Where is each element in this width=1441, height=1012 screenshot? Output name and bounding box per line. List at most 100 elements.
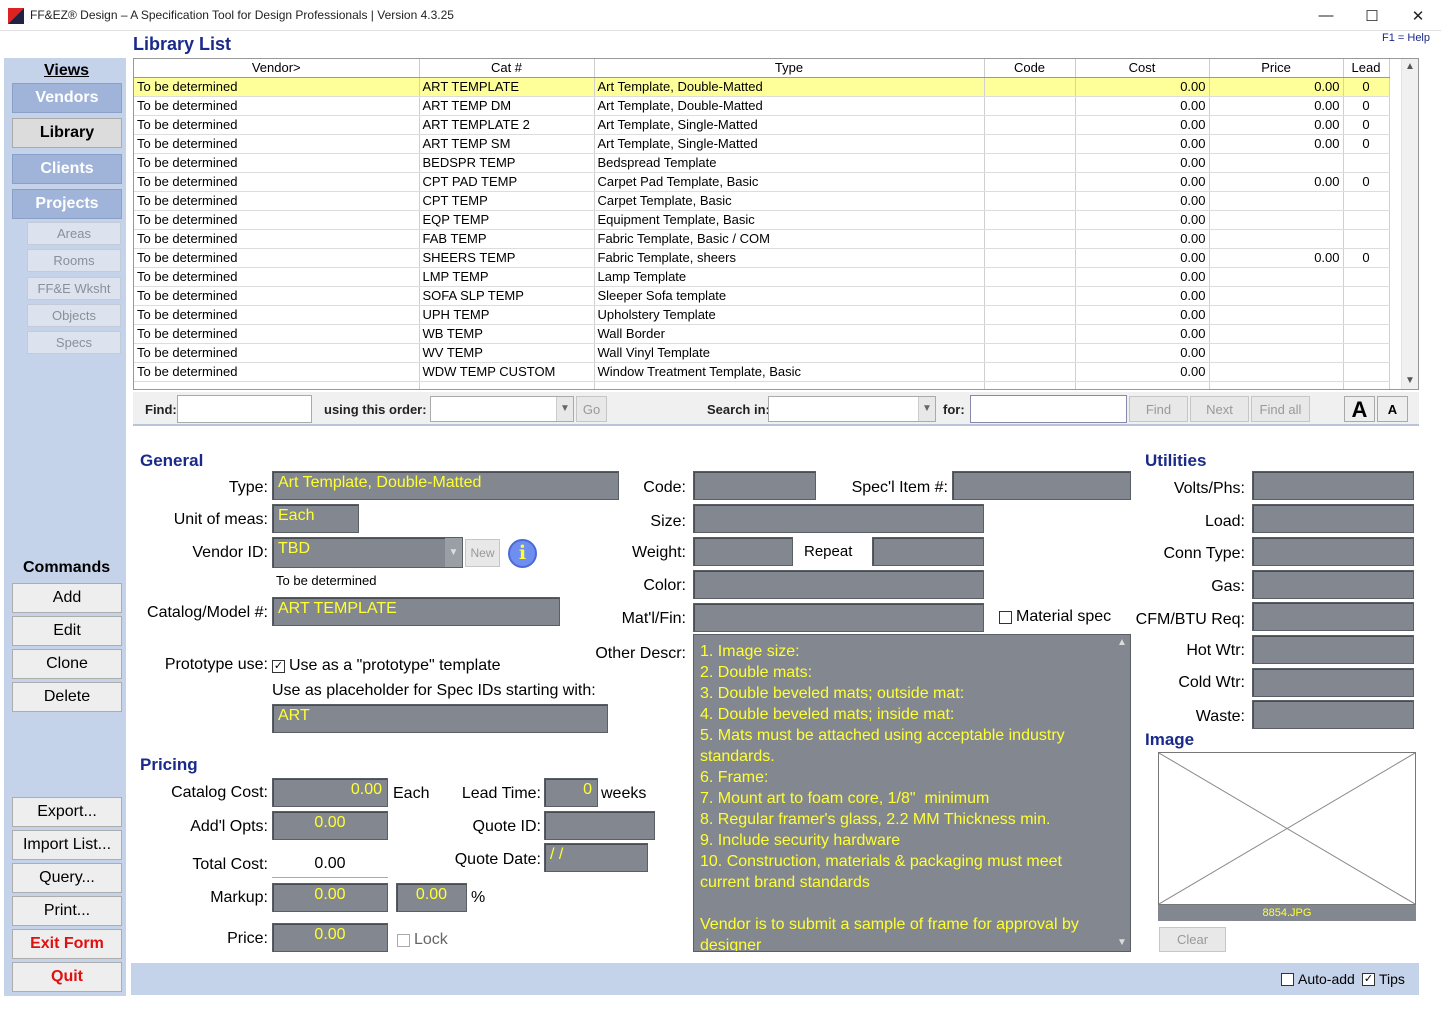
checkbox-unchecked-icon[interactable] bbox=[397, 933, 410, 947]
quote-id-field[interactable] bbox=[544, 811, 655, 840]
tips-checkbox[interactable]: ✓ Tips bbox=[1362, 971, 1405, 987]
minimize-button[interactable]: — bbox=[1303, 0, 1349, 31]
column-header[interactable]: Cat # bbox=[419, 59, 595, 78]
table-row[interactable]: To be determined ART TEMP DM Art Template,… bbox=[134, 96, 1390, 116]
table-row[interactable]: To be determined LMP TEMP Lamp Template 0.0… bbox=[134, 267, 1390, 287]
edit-button[interactable]: Edit bbox=[12, 616, 122, 646]
nav-areas[interactable]: Areas bbox=[27, 222, 121, 245]
color-field[interactable] bbox=[693, 570, 984, 599]
chevron-down-icon[interactable]: ▼ bbox=[445, 538, 462, 567]
utility-field[interactable] bbox=[1252, 537, 1414, 566]
column-header[interactable]: Code bbox=[984, 59, 1076, 78]
maximize-button[interactable]: ☐ bbox=[1349, 0, 1395, 31]
utility-field[interactable] bbox=[1252, 471, 1414, 500]
utility-field[interactable] bbox=[1252, 700, 1414, 729]
find-input[interactable] bbox=[177, 395, 312, 423]
table-row[interactable]: To be determined ART TEMPLATE Art Template… bbox=[134, 77, 1390, 97]
table-row[interactable]: To be determined CPT PAD TEMP Carpet Pad T… bbox=[134, 172, 1390, 192]
find-all-button[interactable]: Find all bbox=[1251, 396, 1310, 422]
checkbox-checked-icon[interactable]: ✓ bbox=[1362, 972, 1375, 986]
table-row[interactable]: To be determined WDW TEMP CUSTOM Window Tr… bbox=[134, 362, 1390, 382]
lead-time-field[interactable]: 0 bbox=[544, 778, 598, 807]
repeat-field[interactable] bbox=[872, 537, 984, 566]
table-row[interactable]: To be determined ART TEMPLATE 2 Art Templa… bbox=[134, 115, 1390, 135]
for-input[interactable] bbox=[970, 395, 1127, 423]
checkbox-unchecked-icon[interactable] bbox=[999, 610, 1012, 624]
nav-clients[interactable]: Clients bbox=[12, 154, 122, 184]
nav-objects[interactable]: Objects bbox=[27, 304, 121, 327]
scroll-down-icon[interactable]: ▼ bbox=[1117, 937, 1127, 948]
utility-field[interactable] bbox=[1252, 635, 1414, 664]
column-header[interactable]: Lead bbox=[1343, 59, 1390, 78]
checkbox-unchecked-icon[interactable] bbox=[1281, 972, 1294, 986]
quote-date-field[interactable]: / / bbox=[544, 843, 648, 872]
nav-ffe-wksht[interactable]: FF&E Wksht bbox=[27, 277, 121, 300]
next-button[interactable]: Next bbox=[1190, 396, 1249, 422]
utility-field[interactable] bbox=[1252, 668, 1414, 697]
catalog-field[interactable]: ART TEMPLATE bbox=[272, 597, 560, 626]
table-row[interactable]: To be determined CPT TEMP Carpet Template,… bbox=[134, 191, 1390, 211]
matl-fin-field[interactable] bbox=[693, 603, 984, 632]
markup-percent-field[interactable]: 0.00 bbox=[396, 883, 467, 912]
vendor-id-select[interactable]: TBD ▼ bbox=[272, 537, 463, 568]
font-smaller-button[interactable]: A bbox=[1377, 396, 1408, 422]
table-row[interactable]: To be determined ART TEMP SM Art Template,… bbox=[134, 134, 1390, 154]
find-button[interactable]: Find bbox=[1129, 396, 1188, 422]
prototype-checkbox[interactable]: ✓ Use as a "prototype" template bbox=[272, 657, 500, 675]
table-row[interactable]: To be determined WV TEMP Wall Vinyl Templa… bbox=[134, 343, 1390, 363]
weight-field[interactable] bbox=[693, 537, 793, 566]
utility-field[interactable] bbox=[1252, 570, 1414, 599]
table-row[interactable]: To be determined SHEERS TEMP Fabric Templa… bbox=[134, 248, 1390, 268]
code-field[interactable] bbox=[693, 471, 816, 500]
chevron-down-icon[interactable]: ▼ bbox=[556, 397, 573, 421]
unit-field[interactable]: Each bbox=[272, 504, 359, 533]
auto-add-checkbox[interactable]: Auto-add bbox=[1281, 971, 1355, 987]
scroll-down-icon[interactable]: ▼ bbox=[1405, 375, 1415, 386]
grid-scrollbar[interactable]: ▲ ▼ bbox=[1401, 59, 1418, 389]
table-row[interactable]: To be determined FAB TEMP Fabric Template,… bbox=[134, 229, 1390, 249]
new-vendor-button[interactable]: New bbox=[465, 539, 500, 567]
font-larger-button[interactable]: A bbox=[1344, 396, 1375, 422]
info-icon[interactable]: i bbox=[508, 539, 537, 568]
nav-library[interactable]: Library bbox=[12, 118, 122, 148]
placeholder-field[interactable]: ART bbox=[272, 704, 608, 733]
utility-field[interactable] bbox=[1252, 504, 1414, 533]
price-field[interactable]: 0.00 bbox=[272, 923, 388, 952]
go-button[interactable]: Go bbox=[576, 396, 607, 422]
catalog-cost-field[interactable]: 0.00 bbox=[272, 778, 388, 807]
type-field[interactable]: Art Template, Double-Matted bbox=[272, 471, 619, 500]
nav-specs[interactable]: Specs bbox=[27, 331, 121, 354]
table-row[interactable]: To be determined EQP TEMP Equipment Templa… bbox=[134, 210, 1390, 230]
column-header[interactable]: Price bbox=[1209, 59, 1344, 78]
markup-field[interactable]: 0.00 bbox=[272, 883, 388, 912]
lock-checkbox[interactable]: Lock bbox=[397, 931, 448, 949]
order-select[interactable]: ▼ bbox=[430, 396, 574, 422]
import-list-button[interactable]: Import List... bbox=[12, 830, 122, 860]
search-in-select[interactable]: ▼ bbox=[768, 396, 936, 422]
print-button[interactable]: Print... bbox=[12, 896, 122, 926]
other-descr-field[interactable]: 1. Image size: 2. Double mats: 3. Double… bbox=[693, 634, 1131, 952]
scroll-up-icon[interactable]: ▲ bbox=[1405, 61, 1415, 72]
clear-image-button[interactable]: Clear bbox=[1159, 927, 1226, 952]
query-button[interactable]: Query... bbox=[12, 863, 122, 893]
delete-button[interactable]: Delete bbox=[12, 682, 122, 712]
table-row[interactable]: To be determined WB TEMP Wall Border 0.00 bbox=[134, 324, 1390, 344]
column-header[interactable]: Vendor> bbox=[134, 59, 420, 78]
clone-button[interactable]: Clone bbox=[12, 649, 122, 679]
table-row[interactable]: To be determined BEDSPR TEMP Bedspread Tem… bbox=[134, 153, 1390, 173]
addl-opts-field[interactable]: 0.00 bbox=[272, 811, 388, 840]
size-field[interactable] bbox=[693, 504, 984, 533]
table-row[interactable]: To be determined UPH TEMP Upholstery Templ… bbox=[134, 305, 1390, 325]
checkbox-checked-icon[interactable]: ✓ bbox=[272, 659, 285, 673]
nav-projects[interactable]: Projects bbox=[12, 189, 122, 219]
exit-form-button[interactable]: Exit Form bbox=[12, 929, 122, 959]
descr-scrollbar[interactable]: ▲ ▼ bbox=[1113, 635, 1130, 951]
nav-rooms[interactable]: Rooms bbox=[27, 249, 121, 272]
export-button[interactable]: Export... bbox=[12, 797, 122, 827]
quit-button[interactable]: Quit bbox=[12, 962, 122, 992]
nav-vendors[interactable]: Vendors bbox=[12, 83, 122, 113]
close-button[interactable]: ✕ bbox=[1395, 0, 1441, 31]
special-item-field[interactable] bbox=[952, 471, 1131, 500]
column-header[interactable]: Type bbox=[594, 59, 985, 78]
scroll-up-icon[interactable]: ▲ bbox=[1117, 637, 1127, 648]
